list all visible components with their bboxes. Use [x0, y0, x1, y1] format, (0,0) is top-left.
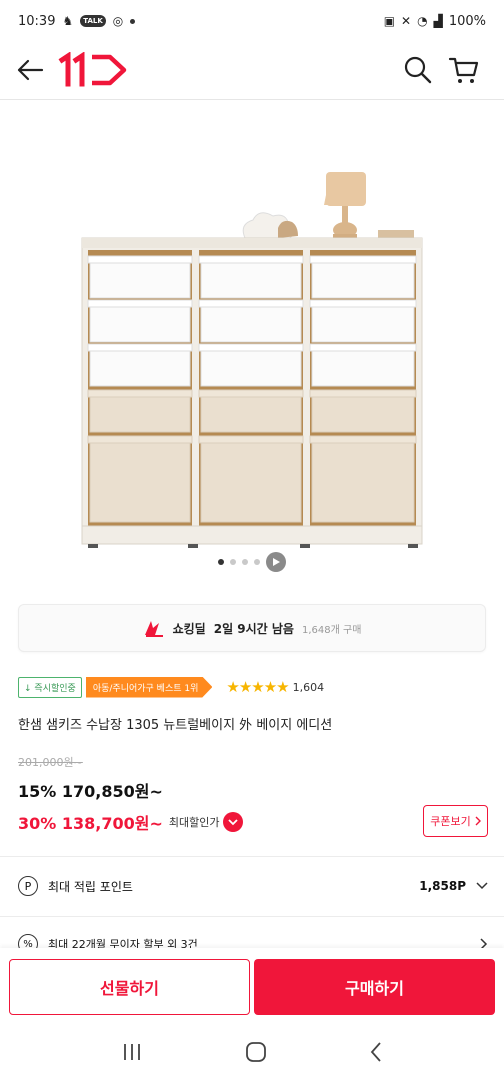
status-left: 10:39 ♞ TALK ◎ — [18, 13, 136, 29]
max-discount-label: 최대할인가 — [168, 816, 220, 829]
play-button[interactable] — [266, 552, 286, 572]
wifi-icon: ◔ — [417, 14, 428, 28]
carousel-dot[interactable] — [242, 559, 248, 565]
app-header — [0, 42, 504, 100]
gift-button[interactable]: 선물하기 — [9, 959, 250, 1015]
carousel-dot-active[interactable] — [218, 559, 224, 565]
more-notifications-icon — [130, 18, 136, 24]
storage-cabinet-illustration — [81, 172, 423, 548]
carousel-indicator — [0, 552, 504, 572]
deal-purchase-count: 1,648개 구매 — [301, 624, 362, 636]
carousel-dot[interactable] — [230, 559, 236, 565]
play-icon — [273, 558, 280, 566]
talk-icon: TALK — [80, 15, 106, 27]
points-row[interactable]: P 최대 적립 포인트 1,858P — [18, 872, 488, 900]
instant-discount-badge: ↓ 즉시할인중 — [18, 676, 82, 698]
badges-row: ↓ 즉시할인중 아동/주니어가구 베스트 1위 ★★★★★ 1,604 — [18, 676, 488, 698]
battery-saver-icon: ▣ — [383, 14, 396, 28]
cart-icon — [448, 57, 479, 83]
shocking-deal-banner[interactable]: 쇼킹딜 2일 9시간 남음 1,648개 구매 — [18, 604, 486, 652]
status-time: 10:39 — [18, 13, 56, 29]
max-discount-toggle[interactable] — [223, 812, 244, 832]
coupon-button[interactable]: 쿠폰보기 — [423, 805, 488, 837]
best-seller-badge[interactable]: 아동/주니어가구 베스트 1위 — [85, 676, 213, 698]
down-arrow-icon: ↓ — [24, 683, 32, 694]
instagram-icon: ◎ — [112, 14, 124, 28]
11st-logo[interactable] — [58, 52, 130, 88]
bottom-action-bar: 선물하기 구매하기 — [0, 948, 504, 1024]
search-button[interactable] — [400, 52, 436, 88]
divider — [0, 916, 504, 917]
deal-time-left: 2일 9시간 남음 — [213, 621, 294, 636]
status-bar: 10:39 ♞ TALK ◎ ▣ ✕ ◔ ▟ 100% — [0, 0, 504, 42]
rating-stars-icon: ★★★★★ — [226, 678, 289, 696]
cart-button[interactable] — [446, 52, 482, 88]
review-count[interactable]: 1,604 — [293, 681, 325, 694]
recent-apps-icon[interactable] — [121, 1042, 143, 1062]
chevron-down-icon — [228, 819, 239, 826]
buy-button[interactable]: 구매하기 — [254, 959, 495, 1015]
back-nav-icon[interactable] — [369, 1041, 383, 1063]
original-price: 201,000원~ — [18, 756, 83, 769]
points-label: 최대 적립 포인트 — [48, 879, 133, 894]
points-value: 1,858P — [419, 879, 466, 893]
carousel-dot[interactable] — [254, 559, 260, 565]
search-icon — [404, 56, 432, 84]
sale-price: 15% 170,850원~ — [18, 782, 163, 801]
status-right: ▣ ✕ ◔ ▟ 100% — [384, 14, 486, 29]
system-nav-bar — [0, 1024, 504, 1080]
product-title: 한샘 샘키즈 수납장 1305 뉴트럴베이지 外 베이지 에디션 — [18, 718, 333, 733]
chevron-right-icon — [475, 816, 481, 826]
product-image[interactable] — [0, 100, 504, 580]
shocking-deal-icon — [144, 621, 163, 637]
points-icon: P — [18, 876, 38, 896]
mute-icon: ✕ — [401, 14, 412, 28]
divider — [0, 856, 504, 857]
deal-name: 쇼킹딜 — [172, 621, 206, 636]
coupon-label: 쿠폰보기 — [430, 815, 471, 828]
max-discount-price-row: 30% 138,700원~ 최대할인가 — [18, 810, 244, 834]
chevron-down-icon — [476, 882, 488, 890]
home-icon[interactable] — [245, 1041, 267, 1063]
notification-icon: ♞ — [62, 14, 74, 28]
arrow-left-icon — [17, 59, 44, 81]
signal-icon: ▟ — [433, 14, 443, 28]
max-discount-price: 30% 138,700원~ — [18, 814, 163, 833]
instant-discount-label: 즉시할인중 — [34, 683, 76, 694]
back-button[interactable] — [14, 54, 46, 86]
battery-level: 100% — [448, 13, 486, 29]
